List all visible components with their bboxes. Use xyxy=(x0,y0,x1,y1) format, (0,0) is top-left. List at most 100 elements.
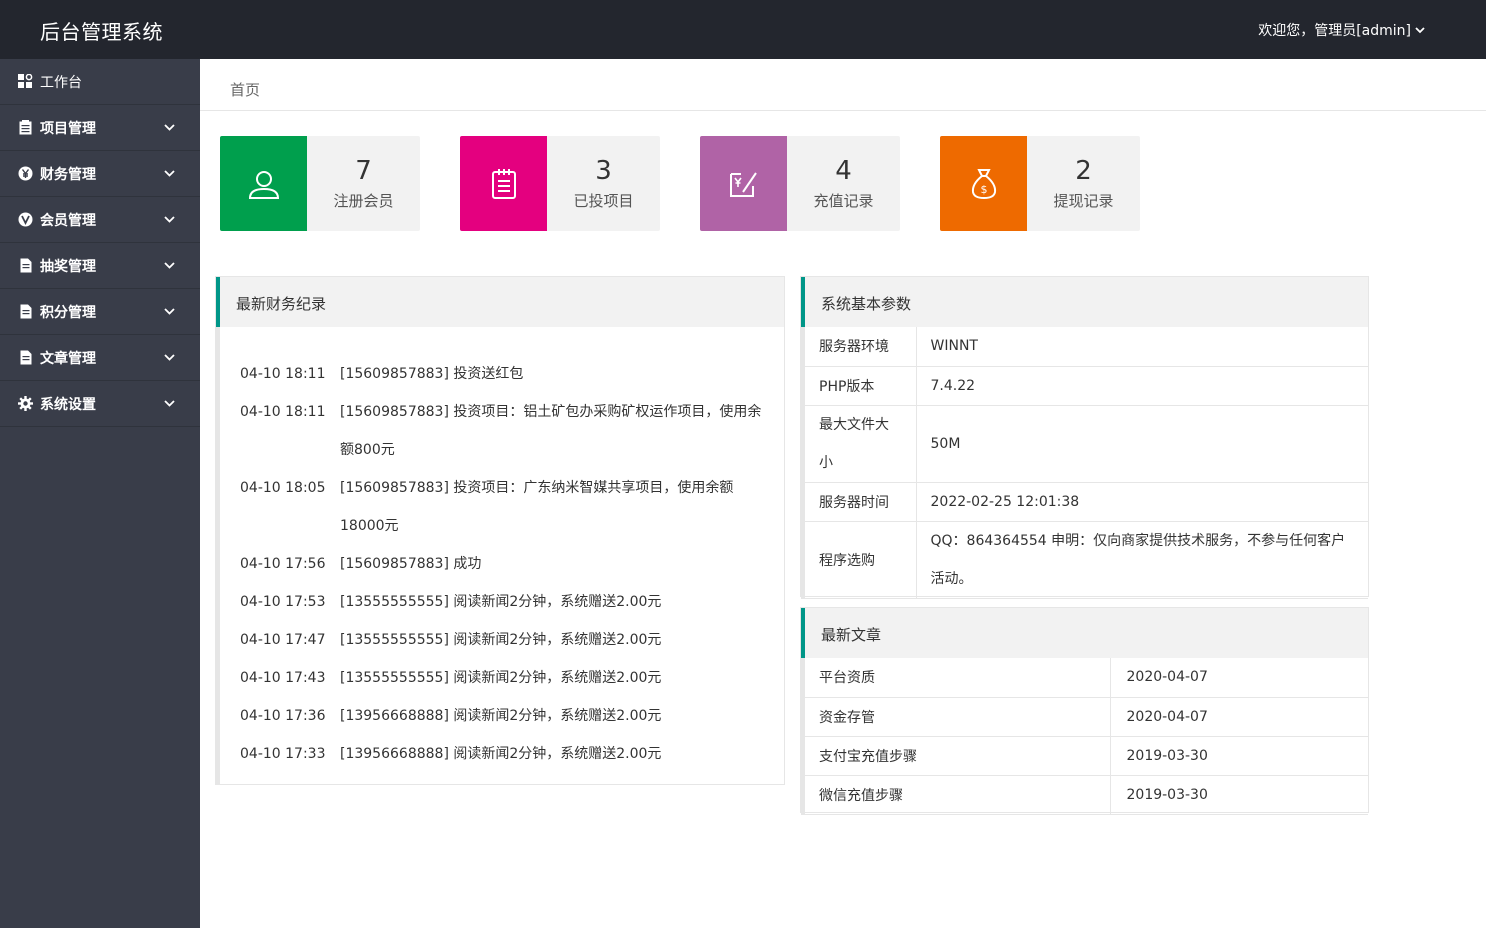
chevron-down-icon xyxy=(164,124,175,131)
document-icon xyxy=(18,258,33,273)
gear-icon xyxy=(18,396,33,411)
table-row: 平台资质 2020-04-07 xyxy=(805,658,1368,698)
article-date: 2020-04-07 xyxy=(1110,697,1368,737)
finance-list: 04-10 18:11 [15609857883] 投资送红包 04-10 18… xyxy=(216,327,784,784)
chevron-down-icon xyxy=(164,308,175,315)
sidebar-item-finance[interactable]: 财务管理 xyxy=(0,151,200,197)
list-item: 04-10 17:43 [13555555555] 阅读新闻2分钟，系统赠送2.… xyxy=(240,659,764,697)
article-date: 2020-04-07 xyxy=(1110,658,1368,698)
yen-icon xyxy=(18,166,33,181)
panel-title: 系统基本参数 xyxy=(801,277,1368,327)
table-row: 服务器时间 2022-02-25 12:01:38 xyxy=(805,482,1368,522)
top-header: 后台管理系统 欢迎您，管理员[admin] xyxy=(0,0,1486,59)
params-table: 服务器环境 WINNT PHP版本 7.4.22 最大文件大小 50M 服务器时… xyxy=(805,327,1368,599)
record-time: 04-10 18:11 xyxy=(240,366,326,382)
document-icon xyxy=(18,350,33,365)
user-menu-label: 欢迎您，管理员[admin] xyxy=(1258,23,1411,39)
record-text: [13956668888] 阅读新闻2分钟，系统赠送2.00元 xyxy=(340,746,662,762)
record-time: 04-10 17:56 xyxy=(240,556,326,572)
param-value: WINNT xyxy=(916,327,1368,367)
sidebar-item-lottery[interactable]: 抽奖管理 xyxy=(0,243,200,289)
param-key: 最大文件大小 xyxy=(805,405,917,483)
param-key: 服务器时间 xyxy=(805,482,917,522)
record-text: [13956668888] 阅读新闻2分钟，系统赠送2.00元 xyxy=(340,708,662,724)
main-content: 首页 7 注册会员 3 已投项目 4 充值记录 $ 2 提现记录 最新财务纪录 … xyxy=(200,59,1486,928)
sidebar-item-label: 财务管理 xyxy=(40,166,96,183)
sidebar-item-dashboard[interactable]: 工作台 xyxy=(0,59,200,105)
breadcrumb: 首页 xyxy=(200,59,1486,111)
record-time: 04-10 17:33 xyxy=(240,746,326,762)
chevron-down-icon xyxy=(164,170,175,177)
list-item: 04-10 17:47 [13555555555] 阅读新闻2分钟，系统赠送2.… xyxy=(240,621,764,659)
record-time: 04-10 18:11 xyxy=(240,404,326,420)
panel-title: 最新文章 xyxy=(801,608,1368,658)
list-item: 04-10 18:05 [15609857883] 投资项目：广东纳米智媒共享项… xyxy=(240,469,764,545)
articles-table: 平台资质 2020-04-07 资金存管 2020-04-07 支付宝充值步骤 … xyxy=(805,658,1368,815)
user-menu[interactable]: 欢迎您，管理员[admin] xyxy=(1258,20,1426,40)
record-text: [15609857883] 投资项目：广东纳米智媒共享项目，使用余额18000元 xyxy=(340,480,734,534)
list-item: 04-10 18:11 [15609857883] 投资送红包 xyxy=(240,355,764,393)
table-row: 资金存管 2020-04-07 xyxy=(805,697,1368,737)
panel-title: 最新财务纪录 xyxy=(216,277,784,327)
chevron-down-icon xyxy=(1415,27,1425,34)
record-time: 04-10 17:53 xyxy=(240,594,326,610)
stat-label: 已投项目 xyxy=(573,192,634,210)
stat-card-members[interactable]: 7 注册会员 xyxy=(220,136,420,231)
sidebar-item-label: 项目管理 xyxy=(40,120,96,137)
stat-card-investments[interactable]: 3 已投项目 xyxy=(460,136,660,231)
article-title[interactable]: 支付宝充值步骤 xyxy=(805,736,1111,776)
record-text: [15609857883] 投资项目：铝土矿包办采购矿权运作项目，使用余额800… xyxy=(340,404,762,458)
chevron-down-icon xyxy=(164,354,175,361)
sidebar-item-label: 抽奖管理 xyxy=(40,258,96,275)
param-value: 2022-02-25 12:01:38 xyxy=(916,482,1368,522)
chevron-down-icon xyxy=(164,262,175,269)
record-text: [13555555555] 阅读新闻2分钟，系统赠送2.00元 xyxy=(340,594,662,610)
list-item: 04-10 17:33 [13956668888] 阅读新闻2分钟，系统赠送2.… xyxy=(240,735,764,773)
sidebar: 工作台 项目管理 财务管理 会员管理 抽奖管理 积分管理 文章管理 系统设置 xyxy=(0,59,200,928)
stat-value: 3 xyxy=(595,156,612,186)
stat-value: 2 xyxy=(1075,156,1092,186)
table-row: 程序选购 QQ：864364554 申明：仅向商家提供技术服务，不参与任何客户活… xyxy=(805,521,1368,599)
sidebar-item-settings[interactable]: 系统设置 xyxy=(0,381,200,427)
recharge-icon xyxy=(700,136,787,231)
param-key: 服务器环境 xyxy=(805,327,917,367)
record-time: 04-10 18:05 xyxy=(240,480,326,496)
stat-card-recharge[interactable]: 4 充值记录 xyxy=(700,136,900,231)
article-title[interactable]: 资金存管 xyxy=(805,697,1111,737)
document-icon xyxy=(18,304,33,319)
stat-label: 提现记录 xyxy=(1053,192,1114,210)
article-title[interactable]: 微信充值步骤 xyxy=(805,775,1111,815)
record-text: [13555555555] 阅读新闻2分钟，系统赠送2.00元 xyxy=(340,632,662,648)
table-row: 微信充值步骤 2019-03-30 xyxy=(805,775,1368,815)
article-date: 2019-03-30 xyxy=(1110,775,1368,815)
list-item: 04-10 18:11 [15609857883] 投资项目：铝土矿包办采购矿权… xyxy=(240,393,764,469)
clipboard-icon xyxy=(18,120,33,135)
sidebar-item-label: 系统设置 xyxy=(40,396,96,413)
list-item: 04-10 17:56 [15609857883] 成功 xyxy=(240,545,764,583)
sidebar-item-articles[interactable]: 文章管理 xyxy=(0,335,200,381)
sidebar-item-points[interactable]: 积分管理 xyxy=(0,289,200,335)
sidebar-item-projects[interactable]: 项目管理 xyxy=(0,105,200,151)
sidebar-item-members[interactable]: 会员管理 xyxy=(0,197,200,243)
breadcrumb-home[interactable]: 首页 xyxy=(230,81,260,99)
table-row: PHP版本 7.4.22 xyxy=(805,366,1368,406)
article-title[interactable]: 平台资质 xyxy=(805,658,1111,698)
stat-label: 充值记录 xyxy=(813,192,874,210)
app-title: 后台管理系统 xyxy=(40,20,163,44)
money-bag-icon: $ xyxy=(940,136,1027,231)
sidebar-item-label: 工作台 xyxy=(40,74,82,91)
chevron-down-icon xyxy=(164,400,175,407)
table-row: 最大文件大小 50M xyxy=(805,405,1368,483)
user-icon xyxy=(220,136,307,231)
finance-panel: 最新财务纪录 04-10 18:11 [15609857883] 投资送红包 0… xyxy=(215,276,785,785)
chevron-down-icon xyxy=(164,216,175,223)
list-item: 04-10 17:53 [13555555555] 阅读新闻2分钟，系统赠送2.… xyxy=(240,583,764,621)
system-params-panel: 系统基本参数 服务器环境 WINNT PHP版本 7.4.22 最大文件大小 5… xyxy=(800,276,1369,599)
param-value: 7.4.22 xyxy=(916,366,1368,406)
member-v-icon xyxy=(18,212,33,227)
stat-card-withdraw[interactable]: $ 2 提现记录 xyxy=(940,136,1140,231)
param-value: QQ：864364554 申明：仅向商家提供技术服务，不参与任何客户活动。 xyxy=(916,521,1368,599)
param-value: 50M xyxy=(916,405,1368,483)
stat-label: 注册会员 xyxy=(333,192,394,210)
record-time: 04-10 17:43 xyxy=(240,670,326,686)
